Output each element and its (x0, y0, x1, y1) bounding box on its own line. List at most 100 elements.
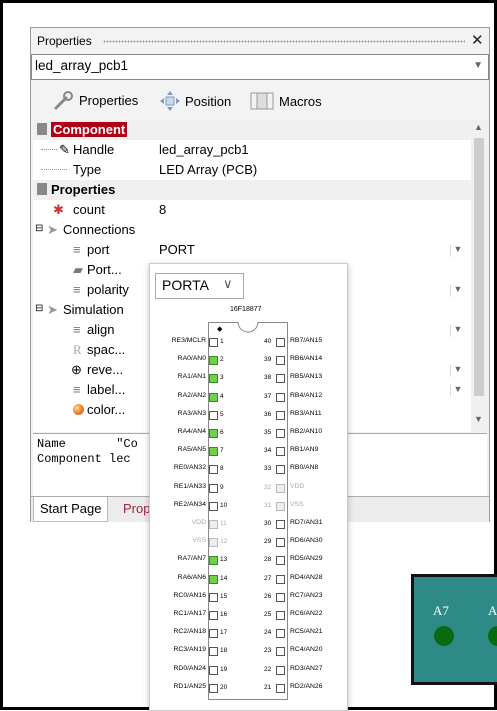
property-value[interactable]: PORT (159, 242, 195, 257)
pin-toggle[interactable] (276, 574, 285, 584)
pin-toggle[interactable] (276, 611, 285, 620)
pin-toggle[interactable] (276, 356, 285, 366)
pin-toggle[interactable] (209, 338, 218, 347)
pin-toggle[interactable] (276, 647, 285, 657)
chevron-down-icon[interactable]: ▼ (450, 324, 465, 337)
pin-toggle[interactable] (276, 683, 285, 693)
pin-toggle[interactable] (276, 629, 285, 639)
chevron-down-icon[interactable]: ▼ (473, 60, 483, 71)
collapse-icon[interactable]: ⊟ (35, 303, 43, 314)
pin-label: RC3/AN19 (173, 646, 207, 654)
position-tab-button[interactable]: Position (159, 90, 231, 112)
panel-toolbar: Properties Position Macros (31, 82, 489, 118)
property-row-type[interactable]: Type LED Array (PCB) (33, 160, 471, 180)
property-label: align (87, 322, 115, 337)
pin-toggle[interactable] (209, 665, 218, 675)
scroll-up-icon[interactable]: ▲ (474, 122, 483, 132)
pin-toggle[interactable] (276, 338, 285, 347)
pin-toggle[interactable] (209, 465, 218, 475)
pin-label: VDD (191, 519, 206, 526)
port-select[interactable]: PORTA ∨ (155, 273, 244, 299)
pin-label: RC5/AN21 (290, 628, 323, 636)
property-label: Port... (87, 262, 122, 277)
pin-toggle[interactable] (209, 592, 218, 602)
close-icon[interactable]: ✕ (471, 31, 484, 49)
category-component[interactable]: Component (33, 120, 471, 140)
list-icon: ≡ (73, 382, 81, 397)
pin-toggle[interactable] (209, 574, 218, 584)
pin-toggle[interactable] (276, 410, 285, 420)
led-array-pcb[interactable]: A7 A (411, 574, 497, 685)
scroll-down-icon[interactable]: ▼ (474, 414, 483, 424)
property-row-port[interactable]: ≡ port PORT ▼ (33, 240, 471, 260)
pin-toggle[interactable] (209, 356, 218, 366)
property-value[interactable]: LED Array (PCB) (159, 162, 257, 177)
pin-toggle[interactable] (209, 429, 218, 438)
pin-toggle[interactable] (209, 374, 218, 384)
pin-number: 22 (264, 665, 272, 673)
pin-toggle[interactable] (276, 429, 285, 438)
property-label: port (87, 242, 110, 257)
group-connections[interactable]: ⊟ ➤ Connections (33, 220, 471, 240)
pin-label: RC1/AN17 (173, 610, 207, 617)
chevron-down-icon[interactable]: ▼ (450, 384, 465, 397)
pin-label: RC4/AN20 (290, 646, 323, 654)
pin-toggle[interactable] (209, 556, 218, 566)
pin-toggle[interactable] (209, 611, 218, 620)
pin-label: RB6/AN14 (290, 355, 323, 363)
property-value[interactable]: 8 (159, 202, 166, 217)
pin-toggle[interactable] (276, 392, 285, 402)
pin-toggle[interactable] (276, 483, 285, 493)
category-properties[interactable]: Properties (33, 180, 471, 200)
pin-toggle[interactable] (209, 483, 218, 493)
panel-title: Properties (37, 34, 92, 48)
pin-toggle[interactable] (209, 538, 218, 548)
pin-toggle[interactable] (276, 538, 285, 548)
pin-toggle[interactable] (209, 520, 218, 529)
pin-label: VDD (290, 482, 305, 490)
chevron-down-icon[interactable]: ▼ (450, 284, 465, 297)
property-label: Handle (73, 142, 115, 157)
led-label: A (488, 603, 497, 618)
macros-tab-button[interactable]: Macros (249, 90, 322, 112)
pin-toggle[interactable] (276, 465, 285, 475)
property-label: color... (87, 402, 126, 417)
chevron-down-icon[interactable]: ▼ (450, 364, 465, 377)
panel-titlebar[interactable]: Properties ✕ (31, 28, 489, 54)
pin-number: 29 (264, 538, 272, 546)
pin-toggle[interactable] (276, 556, 285, 566)
pin-toggle[interactable] (276, 665, 285, 675)
property-value[interactable]: led_array_pcb1 (159, 142, 249, 157)
pin-label: RD1/AN25 (173, 682, 207, 690)
property-row-handle[interactable]: ✎ Handle led_array_pcb1 (33, 140, 471, 160)
pin-toggle[interactable] (276, 447, 285, 457)
port-pin-popup: PORTA ∨ 16F18877 ◆ RE3/MCLR 1 RA0/AN0 2 RA1/… (149, 263, 348, 711)
pin-number: 12 (220, 538, 228, 546)
pin-toggle[interactable] (209, 647, 218, 657)
pin-toggle[interactable] (209, 629, 218, 639)
tab-start-page[interactable]: Start Page (33, 497, 109, 522)
pin-toggle[interactable] (276, 501, 285, 511)
property-row-count[interactable]: ✱ count 8 (33, 200, 471, 220)
component-select[interactable]: led_array_pcb1 ▼ (31, 54, 489, 80)
drag-grip[interactable] (103, 40, 465, 43)
collapse-icon[interactable]: ⊟ (35, 223, 43, 234)
property-grid-scrollbar[interactable]: ▲ ▼ (471, 120, 487, 432)
pin-number: 9 (220, 483, 224, 491)
pin-toggle[interactable] (209, 447, 218, 457)
chevron-down-icon[interactable]: ▼ (450, 244, 465, 257)
pin-toggle[interactable] (209, 501, 218, 511)
pin-toggle[interactable] (209, 392, 218, 402)
pin-number: 38 (264, 374, 272, 382)
pin-toggle[interactable] (276, 520, 285, 529)
chevron-down-icon[interactable]: ∨ (223, 276, 233, 292)
pin-toggle[interactable] (276, 374, 285, 384)
pin-number: 32 (264, 483, 272, 491)
pin-toggle[interactable] (209, 683, 218, 693)
pin-label: RD6/AN30 (290, 537, 323, 545)
pin-toggle[interactable] (209, 410, 218, 420)
scroll-thumb[interactable] (474, 138, 484, 396)
properties-tab-button[interactable]: Properties (53, 90, 138, 110)
category-icon (37, 123, 47, 135)
pin-toggle[interactable] (276, 592, 285, 602)
